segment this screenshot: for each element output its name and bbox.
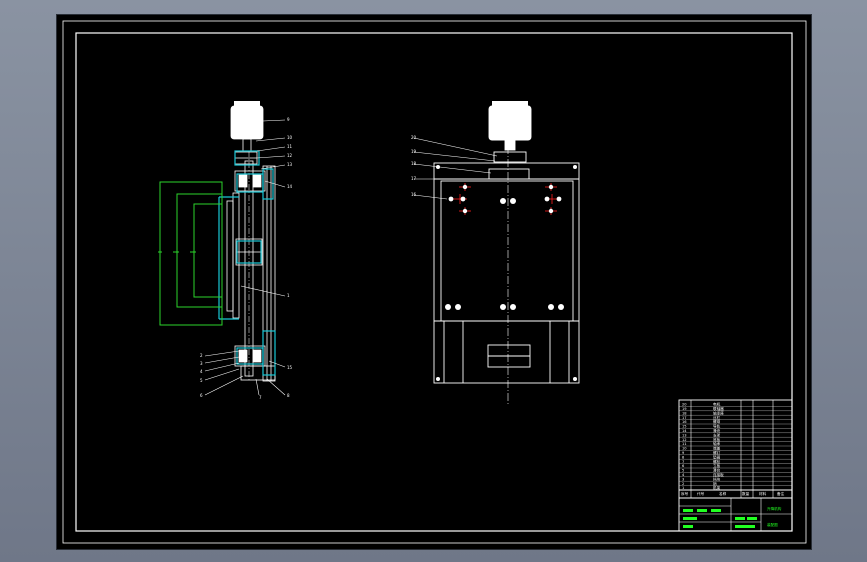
parts-row-number: 18 <box>682 411 687 415</box>
parts-row-name: 连接板 <box>713 472 724 477</box>
parts-row-number: 7 <box>682 460 684 464</box>
leader-label: 10 <box>287 135 293 140</box>
right-leaders <box>413 137 498 200</box>
motor-left <box>230 105 264 140</box>
drawing-viewport[interactable]: 9 10 11 12 13 14 1 2 3 4 5 6 7 8 15 20 1… <box>56 14 812 550</box>
parts-row-number: 14 <box>682 429 687 433</box>
parts-row-name: 底板 <box>713 437 721 442</box>
header-cell: 序号 <box>681 491 689 496</box>
parts-row-number: 4 <box>682 473 685 477</box>
parts-row-number: 16 <box>682 420 687 424</box>
leader-label: 14 <box>287 184 293 189</box>
leader-label: 4 <box>200 369 203 374</box>
motor-front <box>488 105 532 141</box>
workpiece-outline <box>158 181 223 326</box>
leader-label: 5 <box>200 378 203 383</box>
parts-row-name: 联轴器 <box>713 406 724 411</box>
leader-label: 15 <box>287 365 293 370</box>
parts-row-number: 10 <box>682 447 687 451</box>
parts-row-number: 17 <box>682 416 687 420</box>
parts-row-number: 12 <box>682 438 687 442</box>
leader-label: 8 <box>287 393 290 398</box>
header-cell: 代号 <box>697 491 705 496</box>
parts-row-number: 15 <box>682 425 687 429</box>
leader-label: 18 <box>411 161 417 166</box>
red-marked-holes <box>453 183 559 215</box>
parts-row-name: 挡块 <box>713 476 721 481</box>
leader-label: 6 <box>200 393 203 398</box>
drawing-number: 装配图 <box>767 522 778 527</box>
parts-row-number: 9 <box>682 451 685 455</box>
cad-drawing: 9 10 11 12 13 14 1 2 3 4 5 6 7 8 15 20 1… <box>62 20 807 544</box>
parts-row-name: 螺母 <box>713 419 721 424</box>
main-frame <box>433 162 580 384</box>
parts-row-name: 螺钉 <box>713 450 721 455</box>
leader-label: 12 <box>287 153 293 158</box>
parts-row-name: 导轨 <box>713 424 721 429</box>
header-cell: 数量 <box>742 491 750 496</box>
leader-label: 19 <box>411 149 417 154</box>
leader-label: 17 <box>411 176 417 181</box>
slide-plate <box>440 180 574 322</box>
parts-row-name: 支架 <box>713 432 721 437</box>
parts-row-name: 轴承座 <box>713 410 724 415</box>
header-cell: 名称 <box>719 491 727 496</box>
parts-row-number: 11 <box>682 442 687 446</box>
leader-label: 11 <box>287 144 293 149</box>
right-leader-labels: 20 19 18 17 16 <box>411 135 417 197</box>
parts-row-name: 垫圈 <box>713 454 721 459</box>
parts-row-name: 丝杠 <box>713 415 721 420</box>
parts-row-number: 1 <box>682 486 684 490</box>
parts-row-name: 端盖 <box>713 446 721 451</box>
parts-row-number: 19 <box>682 407 687 411</box>
leader-label: 2 <box>200 353 203 358</box>
parts-row-name: 机架 <box>713 485 721 490</box>
parts-list: 20 电机19 联轴器18 轴承座17 丝杠16 螺母15 导轨14 滑块13 支架12 底板11… <box>679 402 792 490</box>
leader-label: 16 <box>411 192 417 197</box>
header-cell: 备注 <box>777 491 785 496</box>
parts-row-name: 销 <box>713 481 717 486</box>
leader-label: 13 <box>287 162 293 167</box>
parts-row-number: 5 <box>682 469 684 473</box>
leader-label: 9 <box>287 117 290 122</box>
leader-label: 1 <box>287 293 290 298</box>
leader-label: 20 <box>411 135 417 140</box>
parts-row-number: 8 <box>682 455 685 459</box>
parts-row-name: 轴承 <box>713 441 721 446</box>
parts-row-name: 立板 <box>713 463 721 468</box>
outer-frame <box>62 20 807 544</box>
header-cell: 材料 <box>759 491 767 496</box>
leader-label: 7 <box>259 395 262 400</box>
leader-label: 3 <box>200 361 203 366</box>
drawing-name: 升降机构 <box>767 506 782 511</box>
parts-row-name: 电机 <box>713 402 721 407</box>
parts-row-number: 3 <box>682 477 684 481</box>
parts-row-number: 2 <box>682 482 684 486</box>
bolt-holes <box>436 165 577 381</box>
parts-header: 序号 代号 名称 数量 材料 备注 <box>681 491 785 496</box>
parts-row-name: 螺栓 <box>713 459 721 464</box>
parts-row-number: 20 <box>682 403 687 407</box>
parts-row-name: 滑台 <box>713 468 721 473</box>
signature-boxes <box>683 509 757 528</box>
parts-row-number: 13 <box>682 433 687 437</box>
parts-row-name: 滑块 <box>713 428 721 433</box>
parts-row-number: 6 <box>682 464 685 468</box>
